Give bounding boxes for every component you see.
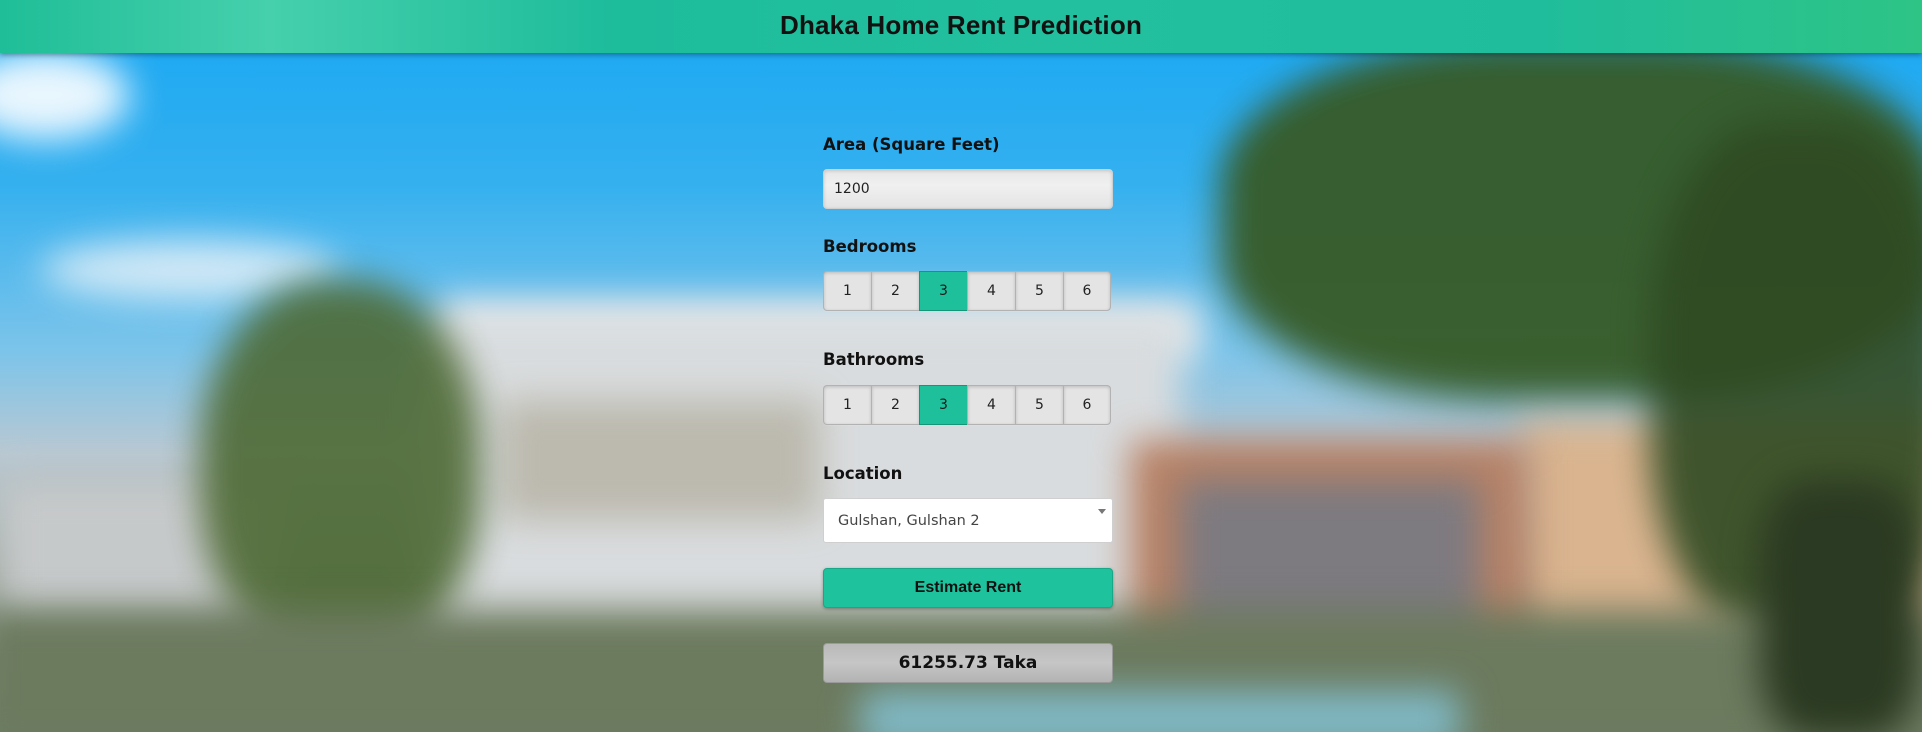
bathrooms-option-4[interactable]: 4 <box>967 385 1015 425</box>
bedrooms-option-4[interactable]: 4 <box>967 271 1015 311</box>
bedrooms-option-5[interactable]: 5 <box>1015 271 1063 311</box>
bathrooms-option-2[interactable]: 2 <box>871 385 919 425</box>
bathrooms-option-5[interactable]: 5 <box>1015 385 1063 425</box>
page-title: Dhaka Home Rent Prediction <box>779 10 1143 40</box>
area-label: Area (Square Feet) <box>823 135 1000 154</box>
bedrooms-option-3[interactable]: 3 <box>919 271 967 311</box>
page-header: Dhaka Home Rent Prediction <box>0 0 1922 53</box>
background-image <box>0 0 1922 732</box>
location-label: Location <box>823 464 903 483</box>
bedrooms-option-2[interactable]: 2 <box>871 271 919 311</box>
location-select[interactable]: Gulshan, Gulshan 2 <box>823 498 1113 543</box>
location-selected-value: Gulshan, Gulshan 2 <box>838 512 980 529</box>
bedrooms-option-6[interactable]: 6 <box>1063 271 1111 311</box>
bathrooms-option-1[interactable]: 1 <box>823 385 871 425</box>
bathrooms-label: Bathrooms <box>823 350 925 369</box>
bedrooms-selector: 123456 <box>823 271 1113 311</box>
estimated-rent-result: 61255.73 Taka <box>823 643 1113 683</box>
chevron-down-icon <box>1098 509 1106 514</box>
estimate-rent-button[interactable]: Estimate Rent <box>823 568 1113 608</box>
bedrooms-label: Bedrooms <box>823 237 917 256</box>
bedrooms-option-1[interactable]: 1 <box>823 271 871 311</box>
bathrooms-option-6[interactable]: 6 <box>1063 385 1111 425</box>
bathrooms-option-3[interactable]: 3 <box>919 385 967 425</box>
area-input[interactable] <box>823 169 1113 209</box>
bathrooms-selector: 123456 <box>823 385 1113 425</box>
